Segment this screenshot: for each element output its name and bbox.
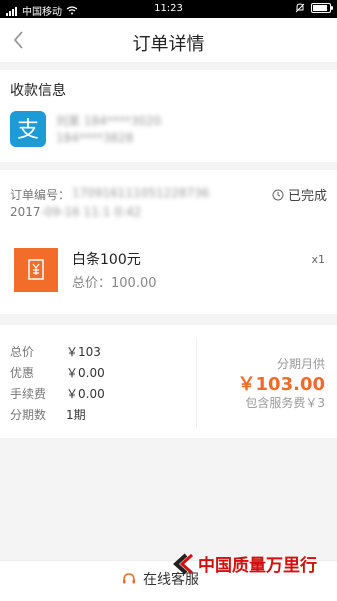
svg-text:支: 支 [17,118,39,143]
clock-icon [272,189,284,200]
summary-label: 总价 [10,345,35,359]
product-name: 白条100元 [72,252,141,268]
installment-amount: ￥103.00 [237,374,325,395]
watermark: 中国质量万里行 [172,551,317,576]
payee-account: 184****3828 [56,131,134,145]
summary-row-total: 总价 ￥103 [10,343,130,360]
order-date: 2017-09-16 11:1 0:42 [10,205,141,219]
payee-name: 刘某 184****3020 [56,114,162,128]
summary-row-installments: 分期数 1期 [10,406,130,423]
order-info-section: 订单编号： 170916111051228736 2017-09-16 11:1… [0,170,337,235]
status-right [295,3,333,13]
summary-label: 分期数 [10,408,47,422]
battery-icon [311,3,333,13]
summary-value: 1期 [66,408,86,422]
headset-icon [123,573,135,584]
summary-row-discount: 优惠 ￥0.00 [10,364,130,381]
summary-row-fee: 手续费 ￥0.00 [10,385,130,402]
order-date-rest: -09-16 11:1 0:42 [40,205,142,219]
product-price: 总价：100.00 [72,276,157,291]
product-icon [14,248,58,292]
payment-summary-section: 总价 ￥103 优惠 ￥0.00 手续费 ￥0.00 分期数 1期 分期月供 ￥… [0,325,337,438]
order-number-value: 170916111051228736 [72,186,210,200]
status-bar: 中国移动 11:23 [0,0,337,18]
summary-label: 手续费 [10,387,47,401]
watermark-logo-icon [173,553,194,574]
status-time: 11:23 [154,3,183,14]
order-number-label: 订单编号： [10,188,71,202]
order-status: 已完成 [272,185,327,204]
product-quantity: x1 [311,253,325,266]
summary-label: 优惠 [10,366,35,380]
payee-title: 收款信息 [10,83,66,99]
summary-value: ￥0.00 [66,366,105,380]
notification-off-icon [295,3,305,13]
order-date-year: 2017 [10,205,41,219]
installment-fee-note: 包含服务费￥3 [245,396,325,410]
watermark-text: 中国质量万里行 [198,556,317,576]
summary-divider [196,338,197,428]
page-title: 订单详情 [132,34,205,55]
product-row[interactable]: 白条100元 总价：100.00 x1 [0,234,337,314]
nav-bar: 订单详情 [0,18,337,63]
summary-value: ￥103 [66,345,101,359]
alipay-icon: 支 [10,111,46,147]
payee-section: 收款信息 支 刘某 184****3020 184****3828 [0,70,337,162]
summary-value: ￥0.00 [66,387,105,401]
order-status-text: 已完成 [287,189,327,204]
